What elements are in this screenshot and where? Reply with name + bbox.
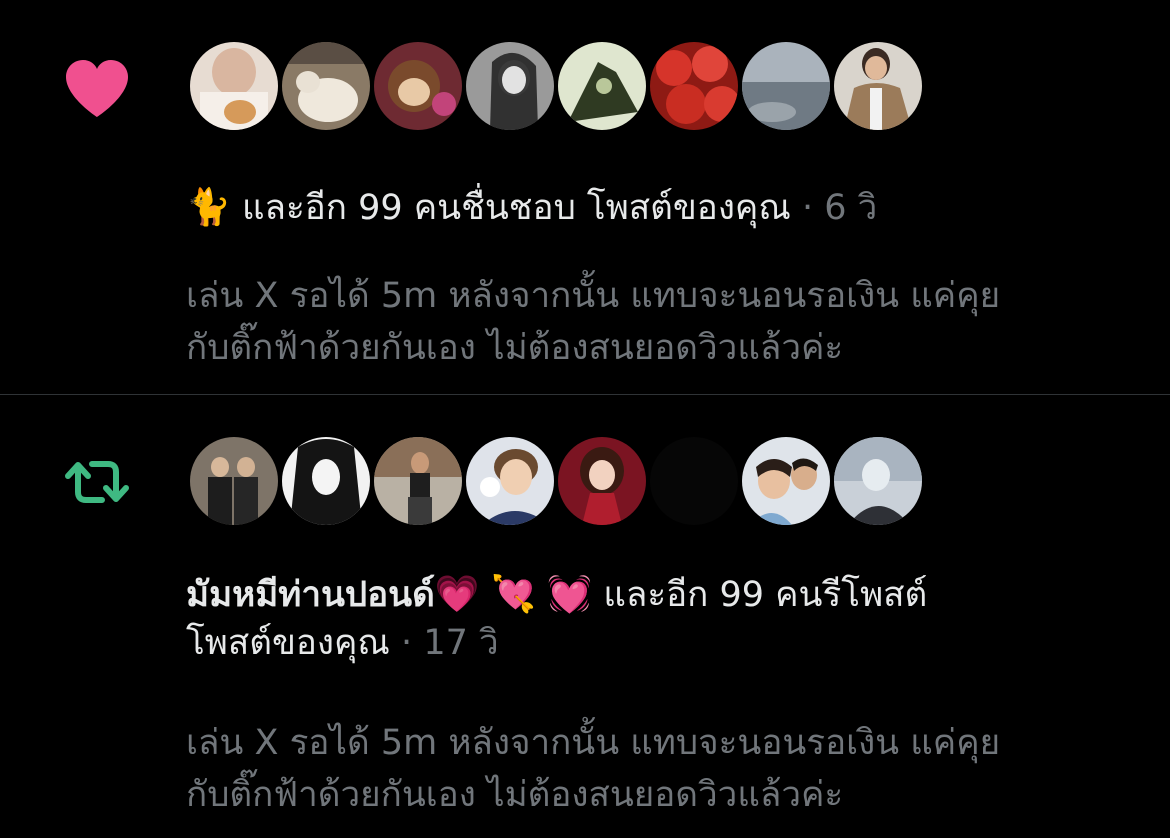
avatar[interactable] [650, 437, 738, 525]
repost-icon [62, 447, 132, 517]
post-preview-line: กับติ๊กฟ้าด้วยกันเอง ไม่ต้องสนยอดวิวแล้ว… [186, 328, 844, 368]
avatar[interactable] [742, 437, 830, 525]
separator: · [401, 623, 413, 663]
reposter-avatars [190, 437, 922, 525]
post-preview-line: เล่น X รอได้ 5m หลังจากนั้น แทบจะนอนรอเง… [186, 723, 1001, 763]
like-notification[interactable]: 🐈 และอีก 99 คนชื่นชอบ โพสต์ของคุณ · 6 วิ… [0, 0, 1170, 394]
repost-action-text-2: โพสต์ของคุณ [186, 623, 390, 663]
repost-summary[interactable]: มัมหมีท่านปอนด์💗 💘 💓 และอีก 99 คนรีโพสต์… [186, 571, 1146, 667]
avatar[interactable] [650, 42, 738, 130]
separator: · [801, 188, 814, 228]
avatar[interactable] [374, 42, 462, 130]
avatar[interactable] [190, 42, 278, 130]
avatar[interactable] [282, 42, 370, 130]
timestamp: 17 วิ [423, 623, 499, 663]
post-preview[interactable]: เล่น X รอได้ 5m หลังจากนั้น แทบจะนอนรอเง… [186, 717, 1156, 821]
repost-notification[interactable]: มัมหมีท่านปอนด์💗 💘 💓 และอีก 99 คนรีโพสต์… [0, 395, 1170, 838]
avatar[interactable] [190, 437, 278, 525]
like-summary[interactable]: 🐈 และอีก 99 คนชื่นชอบ โพสต์ของคุณ · 6 วิ [186, 184, 1146, 232]
post-preview-line: เล่น X รอได้ 5m หลังจากนั้น แทบจะนอนรอเง… [186, 276, 1001, 316]
avatar[interactable] [374, 437, 462, 525]
like-action-text: และอีก 99 คนชื่นชอบ โพสต์ของคุณ [241, 188, 791, 228]
avatar[interactable] [834, 42, 922, 130]
heart-icon [62, 54, 132, 124]
name-emojis: 💗 💘 💓 [434, 574, 593, 615]
avatar[interactable] [466, 437, 554, 525]
timestamp: 6 วิ [824, 188, 878, 228]
repost-action-text: และอีก 99 คนรีโพสต์ [603, 575, 928, 615]
avatar[interactable] [834, 437, 922, 525]
avatar[interactable] [558, 42, 646, 130]
liker-avatars [190, 42, 922, 130]
avatar[interactable] [742, 42, 830, 130]
post-preview-line: กับติ๊กฟ้าด้วยกันเอง ไม่ต้องสนยอดวิวแล้ว… [186, 775, 844, 815]
avatar[interactable] [558, 437, 646, 525]
lead-emoji: 🐈 [186, 187, 231, 228]
avatar[interactable] [282, 437, 370, 525]
user-name[interactable]: มัมหมีท่านปอนด์ [186, 575, 435, 615]
post-preview[interactable]: เล่น X รอได้ 5m หลังจากนั้น แทบจะนอนรอเง… [186, 270, 1156, 374]
avatar[interactable] [466, 42, 554, 130]
